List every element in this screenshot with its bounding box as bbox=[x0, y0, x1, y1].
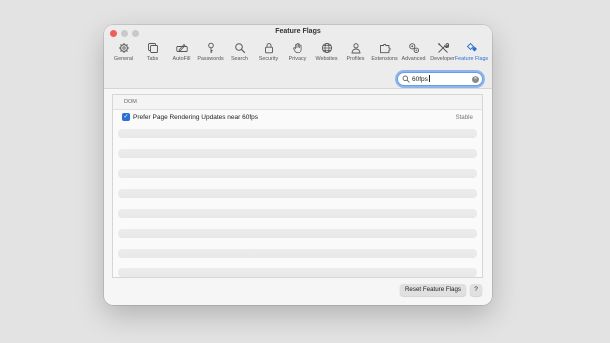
section-label: DOM bbox=[124, 99, 137, 105]
tab-general[interactable]: General bbox=[109, 40, 138, 66]
empty-row bbox=[118, 229, 477, 238]
tab-feature-flags[interactable]: Feature Flags bbox=[454, 40, 489, 66]
search-field[interactable]: 60fps × bbox=[397, 72, 483, 86]
reset-feature-flags-button[interactable]: Reset Feature Flags bbox=[400, 284, 466, 296]
magnifier-icon bbox=[233, 41, 247, 55]
flag-status: Stable bbox=[455, 113, 473, 121]
tab-label: Tabs bbox=[146, 56, 159, 62]
lock-icon bbox=[262, 41, 276, 55]
empty-row bbox=[118, 189, 477, 198]
tabs-icon bbox=[146, 41, 160, 55]
tab-label: Extensions bbox=[371, 56, 398, 62]
tab-privacy[interactable]: Privacy bbox=[283, 40, 312, 66]
tab-profiles[interactable]: Profiles bbox=[341, 40, 370, 66]
tab-label: Passwords bbox=[197, 56, 224, 62]
search-icon bbox=[402, 75, 410, 83]
tab-search[interactable]: Search bbox=[225, 40, 254, 66]
settings-window: Feature Flags General Tabs AutoFill Pass… bbox=[104, 25, 492, 305]
section-header: DOM bbox=[113, 95, 482, 110]
tab-autofill[interactable]: AutoFill bbox=[167, 40, 196, 66]
tab-label: General bbox=[113, 56, 134, 62]
tab-advanced[interactable]: Advanced bbox=[399, 40, 428, 66]
tab-label: Advanced bbox=[401, 56, 426, 62]
tab-tabs[interactable]: Tabs bbox=[138, 40, 167, 66]
tab-label: AutoFill bbox=[172, 56, 191, 62]
hand-icon bbox=[291, 41, 305, 55]
tab-label: Websites bbox=[315, 56, 338, 62]
empty-row bbox=[118, 249, 477, 258]
empty-row bbox=[118, 149, 477, 158]
tab-extensions[interactable]: Extensions bbox=[370, 40, 399, 66]
flag-name: Prefer Page Rendering Updates near 60fps bbox=[133, 113, 259, 121]
empty-row bbox=[118, 129, 477, 138]
key-icon bbox=[204, 41, 218, 55]
tab-label: Developer bbox=[430, 56, 455, 62]
clear-search-icon[interactable]: × bbox=[472, 75, 479, 83]
flags-icon bbox=[465, 41, 479, 55]
empty-row bbox=[118, 268, 477, 277]
flag-checkbox[interactable]: ✓ bbox=[122, 113, 130, 121]
globe-icon bbox=[320, 41, 334, 55]
tab-label: Profiles bbox=[346, 56, 365, 62]
tab-label: Security bbox=[258, 56, 279, 62]
tab-developer[interactable]: Developer bbox=[428, 40, 457, 66]
empty-row bbox=[118, 209, 477, 218]
feature-flags-list: DOM ✓ Prefer Page Rendering Updates near… bbox=[112, 94, 483, 278]
empty-row bbox=[118, 169, 477, 178]
person-icon bbox=[349, 41, 363, 55]
flag-row[interactable]: ✓ Prefer Page Rendering Updates near 60f… bbox=[113, 110, 482, 124]
tab-label: Privacy bbox=[288, 56, 307, 62]
tab-label: Feature Flags bbox=[454, 56, 489, 62]
autofill-icon bbox=[175, 41, 189, 55]
help-button[interactable]: ? bbox=[470, 284, 482, 296]
tab-security[interactable]: Security bbox=[254, 40, 283, 66]
preferences-toolbar: General Tabs AutoFill Passwords Search S… bbox=[109, 40, 489, 66]
puzzle-icon bbox=[378, 41, 392, 55]
tab-websites[interactable]: Websites bbox=[312, 40, 341, 66]
tab-passwords[interactable]: Passwords bbox=[196, 40, 225, 66]
window-title: Feature Flags bbox=[275, 28, 321, 35]
wrench-screwdriver-icon bbox=[436, 41, 450, 55]
search-input[interactable]: 60fps bbox=[412, 75, 430, 83]
tab-label: Search bbox=[230, 56, 249, 62]
gears-icon bbox=[407, 41, 421, 55]
gear-icon bbox=[117, 41, 131, 55]
